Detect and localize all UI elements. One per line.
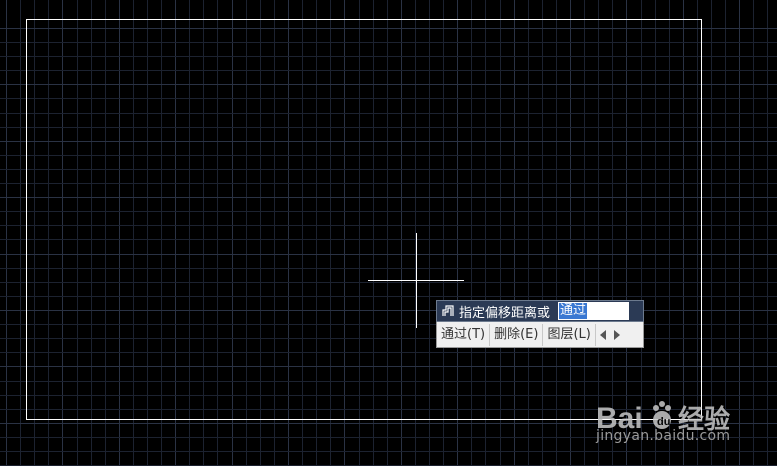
dynamic-input-field[interactable]: 通过 <box>558 302 630 320</box>
offset-command-icon <box>440 303 456 319</box>
triangle-right-icon[interactable] <box>610 324 624 346</box>
option-through[interactable]: 通过(T) <box>437 323 491 346</box>
dynamic-input-prompt-row: 指定偏移距离或 通过 <box>436 300 644 322</box>
crosshair-vertical <box>416 233 417 328</box>
watermark-url: jingyan.baidu.com <box>596 428 731 444</box>
svg-text:du: du <box>657 416 670 428</box>
drawing-canvas[interactable]: 指定偏移距离或 通过 通过(T) 删除(E) 图层(L) Bai du 经验 j… <box>0 0 777 466</box>
dynamic-input-tooltip: 指定偏移距离或 通过 通过(T) 删除(E) 图层(L) <box>436 300 644 348</box>
dynamic-input-prompt: 指定偏移距离或 <box>459 305 551 321</box>
dynamic-input-value[interactable]: 通过 <box>559 303 588 319</box>
option-layer[interactable]: 图层(L) <box>543 323 596 346</box>
triangle-left-icon[interactable] <box>596 324 610 346</box>
dynamic-input-options: 通过(T) 删除(E) 图层(L) <box>436 322 644 348</box>
option-erase[interactable]: 删除(E) <box>490 323 544 346</box>
drawn-rectangle[interactable] <box>26 19 702 420</box>
paw-icon: du <box>653 401 671 429</box>
